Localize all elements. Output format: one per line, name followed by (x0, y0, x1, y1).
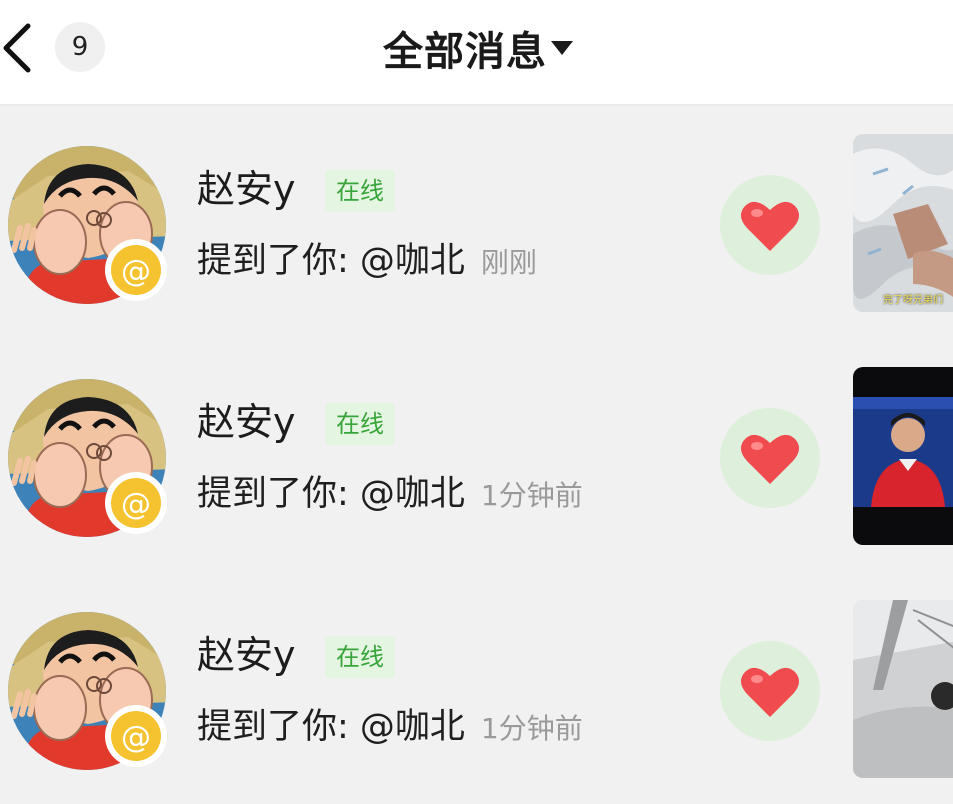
online-status-badge: 在线 (325, 403, 395, 445)
back-arrow-icon[interactable] (0, 22, 40, 74)
like-button[interactable] (720, 641, 820, 741)
mention-at-icon: @ (105, 472, 167, 534)
mention-at-icon: @ (105, 705, 167, 767)
page-title: 全部消息 (383, 29, 547, 75)
message-row[interactable]: @ 赵安y 在线 提到了你: @咖北 1分钟前 (0, 572, 953, 804)
timestamp: 1分钟前 (480, 479, 583, 512)
heart-icon (740, 667, 800, 717)
svg-text:@: @ (121, 487, 151, 522)
message-text: 提到了你: @咖北 刚刚 (197, 238, 537, 286)
mention-at-icon: @ (105, 239, 167, 301)
blanket-photo-icon (853, 134, 953, 312)
like-button[interactable] (720, 408, 820, 508)
online-status-badge: 在线 (325, 636, 395, 678)
message-text: 提到了你: @咖北 1分钟前 (197, 704, 583, 752)
mention-action: 提到了你: @咖北 (197, 707, 465, 747)
unread-count-badge: 9 (55, 22, 105, 72)
content-thumbnail[interactable]: 完了呀兄弟们 (853, 134, 953, 312)
message-row[interactable]: @ 赵安y 在线 提到了你: @咖北 刚刚 完了呀兄弟们 (0, 106, 953, 338)
message-row[interactable]: @ 赵安y 在线 提到了你: @咖北 1分钟前 (0, 339, 953, 571)
svg-text:@: @ (121, 720, 151, 755)
timestamp: 1分钟前 (480, 712, 583, 745)
like-button[interactable] (720, 175, 820, 275)
presenter-video-icon (853, 367, 953, 545)
heart-icon (740, 434, 800, 484)
svg-text:@: @ (121, 254, 151, 289)
content-thumbnail[interactable] (853, 367, 953, 545)
caret-down-icon (551, 41, 573, 55)
top-bar: 9 全部消息 (0, 0, 953, 106)
thumbnail-caption: 完了呀兄弟们 (883, 295, 943, 306)
mention-action: 提到了你: @咖北 (197, 474, 465, 514)
timestamp: 刚刚 (480, 246, 537, 279)
street-photo-icon (853, 600, 953, 778)
mention-action: 提到了你: @咖北 (197, 241, 465, 281)
content-thumbnail[interactable] (853, 600, 953, 778)
user-name[interactable]: 赵安y (197, 166, 296, 212)
user-name[interactable]: 赵安y (197, 399, 296, 445)
online-status-badge: 在线 (325, 170, 395, 212)
message-text: 提到了你: @咖北 1分钟前 (197, 471, 583, 519)
message-filter-dropdown[interactable]: 全部消息 (383, 18, 573, 78)
user-name[interactable]: 赵安y (197, 632, 296, 678)
heart-icon (740, 201, 800, 251)
